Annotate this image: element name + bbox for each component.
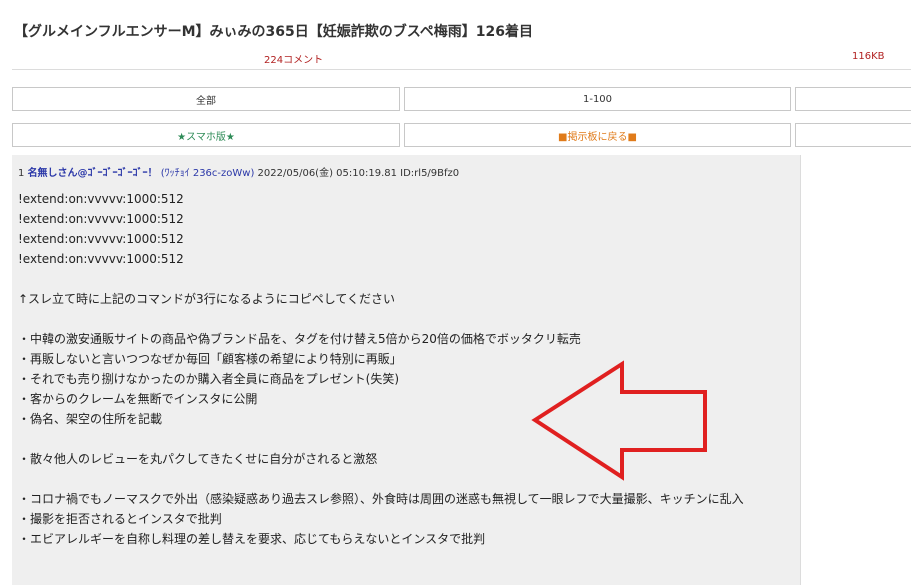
poster-id-info: (ﾜｯﾁｮｲ 236c-zoWw) xyxy=(160,168,255,179)
thread-size: 116KB xyxy=(852,51,885,62)
post-datetime: 2022/05/06(金) 05:10:19.81 ID:rl5/9Bfz0 xyxy=(257,168,460,179)
extra-nav-button[interactable] xyxy=(795,123,911,147)
post-body-line xyxy=(18,269,744,289)
post-number[interactable]: 1 xyxy=(18,168,24,179)
post-body-line xyxy=(18,309,744,329)
post-body-line: !extend:on:vvvvv:1000:512 xyxy=(18,192,184,206)
post-body-line: ・コロナ禍でもノーマスクで外出（感染疑惑あり過去スレ参照）、外食時は周囲の迷惑も… xyxy=(18,492,744,506)
poster-name: 名無しさん@ｺﾞｰｺﾞｰｺﾞｰｺﾞｰ！ xyxy=(27,168,158,179)
all-posts-button[interactable]: 全部 xyxy=(12,87,400,111)
thread-info-bar: 224コメント 116KB xyxy=(12,49,911,70)
smartphone-version-button[interactable]: ★スマホ版★ xyxy=(12,123,400,147)
range-1-100-button[interactable]: 1-100 xyxy=(404,87,791,111)
post-header: 1 名無しさん@ｺﾞｰｺﾞｰｺﾞｰｺﾞｰ！ (ﾜｯﾁｮｲ 236c-zoWw) … xyxy=(18,164,459,179)
post-body-line: !extend:on:vvvvv:1000:512 xyxy=(18,232,184,246)
post-body-line: ・エビアレルギーを自称し料理の差し替えを要求、応じてもらえないとインスタで批判 xyxy=(18,532,486,546)
comment-count: 224コメント xyxy=(264,55,324,66)
post-body-line: !extend:on:vvvvv:1000:512 xyxy=(18,212,184,226)
left-arrow-icon xyxy=(531,360,707,481)
back-to-board-button[interactable]: ■掲示板に戻る■ xyxy=(404,123,791,147)
thread-title: 【グルメインフルエンサーM】みぃみの365日【妊娠詐欺のブスペ梅雨】126着目 xyxy=(14,24,533,40)
next-range-button[interactable] xyxy=(795,87,911,111)
post-body-line: ・撮影を拒否されるとインスタで批判 xyxy=(18,512,222,526)
post-body-line: ・中韓の激安通販サイトの商品や偽ブランド品を、タグを付け替え5倍から20倍の価格… xyxy=(18,332,581,346)
post-body-line: ↑スレ立て時に上記のコマンドが3行になるようにコピペしてください xyxy=(18,292,395,306)
post-body-line: !extend:on:vvvvv:1000:512 xyxy=(18,252,184,266)
